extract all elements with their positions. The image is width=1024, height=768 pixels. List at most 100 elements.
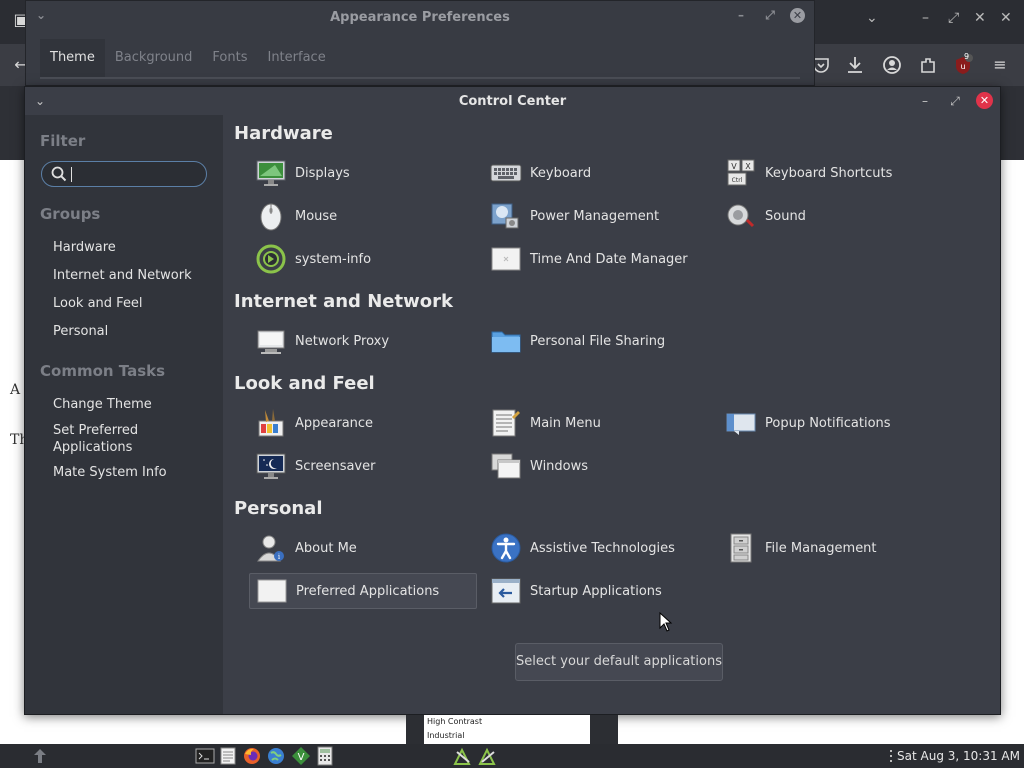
item-label: Mouse [295,208,338,224]
hamburger-menu-icon[interactable]: ≡ [989,54,1011,76]
chevron-down-icon[interactable]: ⌄ [866,10,878,26]
task-link-set-preferred-applications[interactable]: Set Preferred Applications [53,422,163,456]
item-label: Preferred Applications [296,583,440,599]
mouse-icon [255,200,287,232]
appearance-tabs: Theme Background Fonts Interface [40,39,336,77]
tab-fonts[interactable]: Fonts [202,39,257,77]
appearance-task-icon[interactable] [478,746,498,766]
item-label: Sound [765,208,806,224]
item-startup-applications[interactable]: Startup Applications [484,573,712,609]
keyboard-icon [490,157,522,189]
item-label: About Me [295,540,357,556]
search-icon [50,165,68,183]
item-windows[interactable]: Windows [484,448,712,484]
common-tasks-heading: Common Tasks [40,362,166,380]
item-assistive-technologies[interactable]: Assistive Technologies [484,530,712,566]
display-icon [255,157,287,189]
item-label: system-info [295,251,372,267]
control-center-task-icon[interactable] [453,746,473,766]
minimize-icon[interactable]: – [732,6,750,24]
appearance-titlebar: ⌄ Appearance Preferences – ⤢ ✕ [26,1,814,35]
item-screensaver[interactable]: Screensaver [249,448,477,484]
system-info-icon [255,243,287,275]
svg-text:V: V [298,752,305,763]
close-icon[interactable]: ✕ [790,8,805,23]
item-system-info[interactable]: system-info [249,241,477,277]
item-mouse[interactable]: Mouse [249,198,477,234]
item-power-management[interactable]: Power Management [484,198,712,234]
item-label: Power Management [530,208,660,224]
close-icon[interactable]: ✕ [976,92,993,109]
list-item[interactable]: High Contrast [427,715,590,729]
main-menu-icon [490,407,522,439]
time-and-date-icon [490,243,522,275]
item-displays[interactable]: Displays [249,155,477,191]
filter-heading: Filter [40,132,86,150]
tooltip: Select your default applications [515,643,723,681]
ublock-icon[interactable]: u [952,54,974,76]
item-keyboard-shortcuts[interactable]: V X Ctrl Keyboard Shortcuts [719,155,947,191]
item-label: Popup Notifications [765,415,891,431]
item-file-management[interactable]: File Management [719,530,947,566]
appearance-icon [255,407,287,439]
file-cabinet-icon [725,532,757,564]
group-link-personal[interactable]: Personal [53,323,108,340]
item-label: Main Menu [530,415,601,431]
text-editor-icon[interactable] [218,746,238,766]
item-label: Personal File Sharing [530,333,666,349]
item-label: File Management [765,540,877,556]
item-main-menu[interactable]: Main Menu [484,405,712,441]
tab-divider [40,77,800,79]
vim-icon[interactable]: V [291,746,311,766]
globe-icon[interactable] [266,746,286,766]
download-icon[interactable] [844,54,866,76]
item-preferred-applications[interactable]: Preferred Applications [249,573,477,609]
item-keyboard[interactable]: Keyboard [484,155,712,191]
window-title: Appearance Preferences [330,10,510,25]
main-panel: Hardware Displays Keyboard V X Ctrl Keyboa… [223,115,1000,714]
list-item[interactable]: Industrial [427,729,590,743]
tab-interface[interactable]: Interface [257,39,335,77]
minimize-icon[interactable]: – [916,92,934,110]
item-sound[interactable]: Sound [719,198,947,234]
minimize-icon[interactable]: – [922,10,929,26]
maximize-icon[interactable]: ⤢ [761,6,779,24]
account-icon[interactable] [881,54,903,76]
task-link-mate-system-info[interactable]: Mate System Info [53,464,167,481]
tab-theme[interactable]: Theme [40,39,105,77]
window-title: Control Center [458,94,567,109]
tab-background[interactable]: Background [105,39,203,77]
item-appearance[interactable]: Appearance [249,405,477,441]
maximize-icon[interactable]: ⤢ [948,10,959,26]
close-icon[interactable]: ✕ [974,10,986,26]
calculator-icon[interactable] [315,746,335,766]
item-time-and-date-manager[interactable]: Time And Date Manager [484,241,712,277]
theme-list: High Contrast Industrial [424,715,590,745]
groups-heading: Groups [40,205,101,223]
group-link-internet-and-network[interactable]: Internet and Network [53,267,192,284]
firefox-icon[interactable] [242,746,262,766]
group-link-hardware[interactable]: Hardware [53,239,116,256]
close-icon[interactable]: ✕ [1000,10,1012,26]
item-network-proxy[interactable]: Network Proxy [249,323,477,359]
section-title-personal: Personal [234,498,323,519]
item-about-me[interactable]: i About Me [249,530,477,566]
control-center-window: ⌄ Control Center – ⤢ ✕ Filter Groups Har… [24,86,1001,715]
item-popup-notifications[interactable]: Popup Notifications [719,405,947,441]
maximize-icon[interactable]: ⤢ [946,92,964,110]
terminal-icon[interactable] [195,746,215,766]
item-label: Keyboard [530,165,592,181]
extensions-icon[interactable] [917,54,939,76]
accessibility-icon [490,532,522,564]
show-desktop-icon[interactable] [30,746,50,766]
clock[interactable]: Sat Aug 3, 10:31 AM [897,744,1020,768]
group-link-look-and-feel[interactable]: Look and Feel [53,295,143,312]
theme-list-window: High Contrast Industrial [406,715,618,745]
search-field[interactable] [41,161,207,187]
keyboard-shortcuts-icon: V X Ctrl [725,157,757,189]
search-input[interactable] [74,164,202,184]
task-link-change-theme[interactable]: Change Theme [53,396,152,413]
svg-text:X: X [745,162,751,171]
item-personal-file-sharing[interactable]: Personal File Sharing [484,323,712,359]
sidebar: Filter Groups Hardware Internet and Netw… [25,115,223,714]
